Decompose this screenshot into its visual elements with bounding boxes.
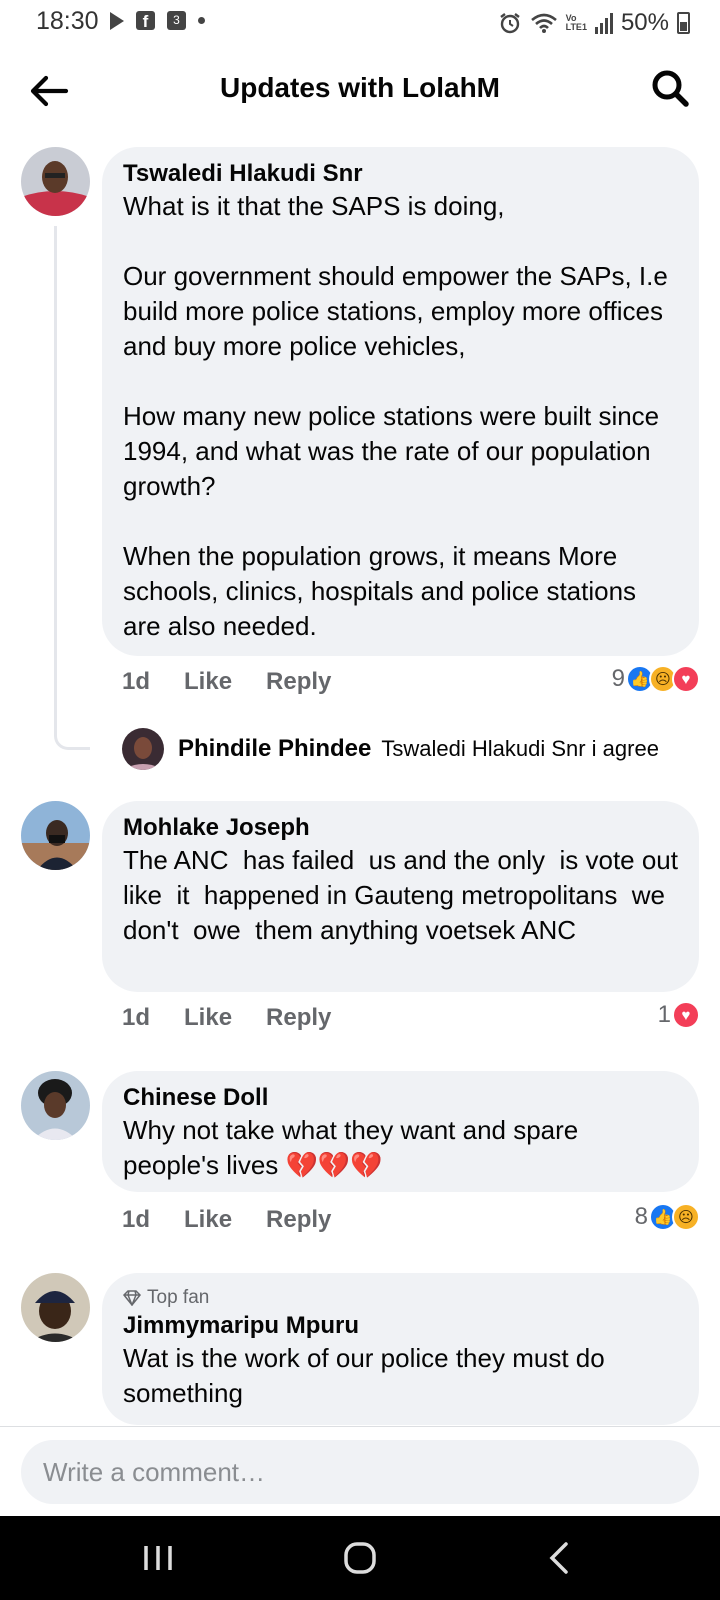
- top-app-bar: Updates with LolahM: [0, 58, 720, 122]
- comment-time[interactable]: 1d: [122, 1004, 150, 1032]
- status-bar: 18:30 f 3 Vo LTE1 50%: [0, 0, 720, 46]
- comment-text: The ANC has failed us and the only is vo…: [123, 845, 693, 945]
- love-reaction-icon: ♥: [672, 665, 700, 693]
- reaction-count: 8: [634, 1203, 648, 1230]
- back-chevron-icon: [549, 1542, 568, 1574]
- comment-bubble[interactable]: Tswaledi Hlakudi Snr What is it that the…: [102, 147, 699, 656]
- comment-time[interactable]: 1d: [122, 668, 150, 696]
- facebook-icon: f: [136, 11, 155, 31]
- comment-actions: 1d Like Reply: [122, 1004, 331, 1032]
- comment-time[interactable]: 1d: [122, 1206, 150, 1234]
- alarm-icon: [499, 13, 520, 34]
- comment-composer: [0, 1426, 720, 1516]
- reply-thread-line: [54, 226, 90, 750]
- status-time: 18:30: [36, 7, 99, 35]
- reaction-summary[interactable]: 8 👍 ☹: [635, 1203, 700, 1231]
- comment-bubble[interactable]: Chinese Doll Why not take what they want…: [102, 1071, 699, 1192]
- battery-percent: 50%: [620, 9, 669, 36]
- reply-preview[interactable]: Phindile Phindee Tswaledi Hlakudi Snr i …: [122, 728, 659, 770]
- comment-actions: 1d Like Reply: [122, 668, 331, 696]
- comment-bubble[interactable]: Mohlake Joseph The ANC has failed us and…: [102, 801, 699, 992]
- like-button[interactable]: Like: [184, 668, 232, 696]
- comment-actions: 1d Like Reply: [122, 1206, 331, 1234]
- reply-author[interactable]: Phindile Phindee: [178, 735, 371, 763]
- like-button[interactable]: Like: [184, 1004, 232, 1032]
- top-fan-badge: Top fan: [123, 1285, 679, 1311]
- comment-input[interactable]: [21, 1440, 699, 1504]
- diamond-icon: [123, 1290, 141, 1306]
- recent-apps-button[interactable]: [128, 1536, 188, 1580]
- signal-icon: [594, 13, 613, 34]
- wifi-icon: [530, 13, 557, 33]
- avatar[interactable]: [122, 728, 164, 770]
- comment-text: Why not take what they want and spare pe…: [123, 1115, 586, 1180]
- avatar[interactable]: [21, 1071, 90, 1140]
- notification-3-icon: 3: [167, 11, 186, 30]
- page-title: Updates with LolahM: [220, 72, 500, 103]
- love-reaction-icon: ♥: [672, 1001, 700, 1029]
- sad-reaction-icon: ☹: [672, 1203, 700, 1231]
- reply-text: Tswaledi Hlakudi Snr i agree: [381, 736, 659, 761]
- avatar[interactable]: [21, 147, 90, 216]
- reply-button[interactable]: Reply: [266, 1206, 331, 1234]
- battery-icon: [677, 12, 690, 34]
- back-nav-button[interactable]: [530, 1536, 590, 1580]
- top-fan-label: Top fan: [147, 1287, 210, 1308]
- home-button[interactable]: [330, 1536, 390, 1580]
- reaction-summary[interactable]: 1 ♥: [658, 1001, 700, 1029]
- reply-button[interactable]: Reply: [266, 1004, 331, 1032]
- comment-text: What is it that the SAPS is doing, Our g…: [123, 191, 668, 641]
- reaction-count: 9: [611, 665, 625, 692]
- comment-author[interactable]: Chinese Doll: [123, 1083, 679, 1113]
- reaction-summary[interactable]: 9 👍 ☹ ♥: [612, 665, 700, 693]
- reply-button[interactable]: Reply: [266, 668, 331, 696]
- comment-text: Wat is the work of our police they must …: [123, 1343, 612, 1408]
- system-navigation-bar: [0, 1516, 720, 1600]
- play-icon: [110, 11, 124, 30]
- avatar[interactable]: [21, 1273, 90, 1342]
- reaction-count: 1: [657, 1001, 671, 1028]
- notification-icons: f 3: [110, 11, 205, 31]
- lte-indicator: Vo LTE1: [565, 13, 587, 32]
- avatar[interactable]: [21, 801, 90, 870]
- recent-apps-icon: [144, 1546, 172, 1570]
- comment-author[interactable]: Mohlake Joseph: [123, 813, 679, 843]
- comment-author[interactable]: Jimmymaripu Mpuru: [123, 1311, 679, 1341]
- like-button[interactable]: Like: [184, 1206, 232, 1234]
- system-icons: Vo LTE1 50%: [498, 9, 690, 37]
- search-icon: [652, 70, 689, 107]
- comment-author[interactable]: Tswaledi Hlakudi Snr: [123, 159, 679, 189]
- comment-bubble[interactable]: Top fan Jimmymaripu Mpuru Wat is the wor…: [102, 1273, 699, 1425]
- dot-icon: [198, 17, 205, 24]
- home-icon: [344, 1542, 376, 1574]
- search-button[interactable]: [648, 66, 694, 112]
